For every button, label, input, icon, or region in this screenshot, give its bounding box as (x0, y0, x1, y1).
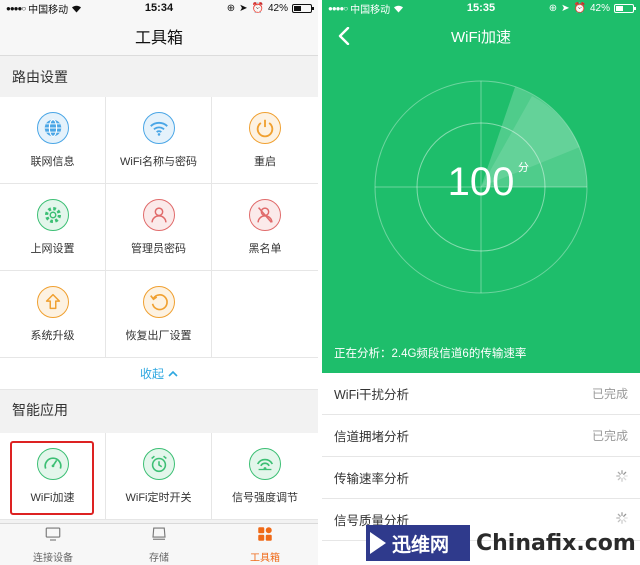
tool-power[interactable]: 重启 (212, 97, 318, 184)
location-icon: ➤ (239, 2, 248, 14)
wifi-status-icon (72, 5, 82, 12)
block-user-icon (249, 198, 281, 231)
analysis-status-text: 已完成 (591, 387, 628, 401)
tool-label: 联网信息 (30, 155, 75, 168)
tool-label: 重启 (254, 155, 276, 168)
battery-percent: 42% (267, 2, 288, 14)
tool-alarm-clock[interactable]: WiFi定时开关 (106, 433, 212, 520)
analysis-label: 信道拥堵分析 (334, 430, 410, 444)
page-title: 工具箱 (134, 29, 183, 47)
tool-label: 黑名单 (248, 242, 282, 255)
smart-apps-grid: WiFi加速 WiFi定时开关 信号强度调节 (0, 433, 318, 520)
tool-globe[interactable]: 联网信息 (0, 97, 106, 184)
analysis-status: 正在分析：2.4G频段信道6的传输速率 (334, 348, 527, 360)
empty-cell (212, 271, 318, 358)
speed-score: 100 (447, 160, 515, 204)
alarm-icon: ⏰ (251, 2, 264, 14)
wifi-status-icon (394, 5, 404, 12)
toolbox-screen: ●●●●○ 中国移动 15:34 ⊕ ➤ ⏰ 42% 工具箱 路由设置 联网信息… (0, 0, 318, 565)
storage-icon (149, 525, 169, 546)
status-bar: ●●●●○ 中国移动 15:35 ⊕ ➤ ⏰ 42% (322, 0, 640, 16)
analysis-label: 传输速率分析 (334, 472, 410, 486)
alarm-clock-icon (142, 447, 175, 480)
tab-toolbox[interactable]: 工具箱 (212, 524, 318, 565)
back-button[interactable] (332, 24, 356, 48)
tab-label: 工具箱 (250, 553, 280, 564)
wifi-icon (142, 111, 175, 144)
tool-upgrade[interactable]: 系统升级 (0, 271, 106, 358)
tool-label: WiFi加速 (30, 491, 75, 504)
battery-percent: 42% (589, 2, 610, 14)
tool-label: WiFi定时开关 (125, 491, 192, 504)
tool-label: 信号强度调节 (232, 491, 298, 504)
chevron-up-icon (168, 370, 178, 377)
analysis-row: 传输速率分析 (322, 457, 640, 499)
nav-bar: WiFi加速 (322, 16, 640, 56)
tool-label: 系统升级 (30, 329, 75, 342)
signal-dots-icon: ●●●●○ (6, 3, 26, 13)
upgrade-icon (36, 285, 69, 318)
location-icon: ➤ (561, 2, 570, 14)
play-arrow-icon (370, 532, 386, 554)
collapse-label: 收起 (139, 367, 164, 381)
tab-bar: 连接设备 存储 工具箱 (0, 523, 318, 565)
user-icon (142, 198, 175, 231)
tool-label: WiFi名称与密码 (120, 155, 197, 168)
score-unit: 分 (518, 162, 529, 174)
loading-spinner-icon (616, 470, 628, 485)
tool-block-user[interactable]: 黑名单 (212, 184, 318, 271)
power-icon (249, 111, 281, 144)
router-tools-grid: 联网信息 WiFi名称与密码 重启上网设置 管理员密码 黑名单系统升级 恢复出厂设置 (0, 97, 318, 358)
signal-dots-icon: ●●●●○ (328, 3, 348, 13)
section-smart-apps: 智能应用 (0, 390, 318, 430)
watermark-site: Chinafix.com (476, 530, 636, 556)
carrier-name: 中国移动 (350, 4, 391, 16)
tab-monitor[interactable]: 连接设备 (0, 524, 106, 565)
signal-icon (249, 447, 281, 480)
monitor-icon (43, 525, 63, 546)
alarm-icon: ⏰ (573, 2, 586, 14)
gear-icon (36, 198, 69, 231)
carrier-name: 中国移动 (28, 4, 69, 16)
speedometer-icon (36, 447, 69, 480)
status-bar: ●●●●○ 中国移动 15:34 ⊕ ➤ ⏰ 42% (0, 0, 318, 16)
restore-icon (142, 285, 175, 318)
tool-gear[interactable]: 上网设置 (0, 184, 106, 271)
orientation-lock-icon: ⊕ (548, 2, 558, 14)
analysis-list: WiFi干扰分析 已完成 信道拥堵分析 已完成 传输速率分析 信号质量分析 (322, 373, 640, 541)
tab-label: 连接设备 (33, 553, 73, 564)
tab-storage[interactable]: 存储 (106, 524, 212, 565)
tool-restore[interactable]: 恢复出厂设置 (106, 271, 212, 358)
battery-icon (614, 3, 636, 13)
watermark-logo: 迅维网 (366, 525, 470, 561)
collapse-button[interactable]: 收起 (0, 358, 318, 390)
section-router-settings: 路由设置 (0, 57, 318, 97)
watermark: 迅维网 Chinafix.com (366, 521, 640, 565)
tool-signal[interactable]: 信号强度调节 (212, 433, 318, 520)
battery-icon (292, 3, 314, 13)
analysis-row: 信道拥堵分析 已完成 (322, 415, 640, 457)
chevron-left-icon (338, 27, 350, 45)
analysis-status-text: 已完成 (591, 429, 628, 443)
tool-wifi[interactable]: WiFi名称与密码 (106, 97, 212, 184)
tab-label: 存储 (149, 553, 169, 564)
tool-user[interactable]: 管理员密码 (106, 184, 212, 271)
tool-label: 恢复出厂设置 (125, 329, 192, 342)
analysis-row: WiFi干扰分析 已完成 (322, 373, 640, 415)
tool-speedometer[interactable]: WiFi加速 (0, 433, 106, 520)
tool-label: 上网设置 (30, 242, 75, 255)
orientation-lock-icon: ⊕ (226, 2, 236, 14)
page-title: WiFi加速 (451, 28, 511, 46)
wifi-boost-screen: ●●●●○ 中国移动 15:35 ⊕ ➤ ⏰ 42% WiFi加速 100 分 … (322, 0, 640, 565)
toolbox-icon (255, 525, 275, 546)
globe-icon (36, 111, 69, 144)
analysis-label: WiFi干扰分析 (334, 388, 409, 402)
nav-bar: 工具箱 (0, 16, 318, 56)
tool-label: 管理员密码 (131, 242, 186, 255)
